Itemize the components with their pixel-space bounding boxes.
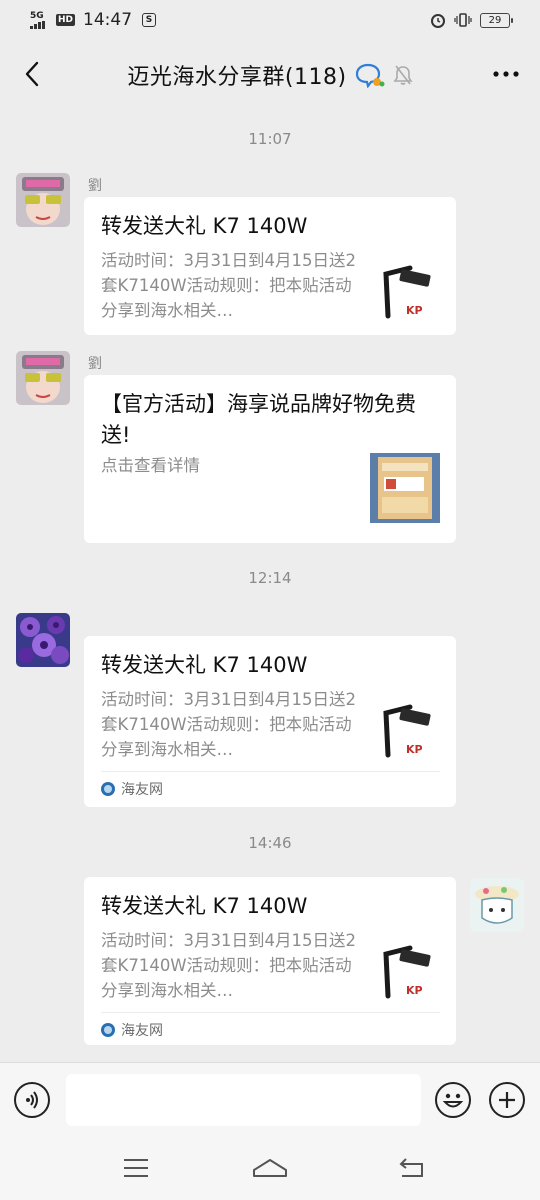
- mute-icon: [393, 65, 413, 85]
- back-button[interactable]: [14, 56, 50, 92]
- notification-icon: S: [142, 13, 157, 27]
- sender-avatar[interactable]: [16, 613, 70, 667]
- lamp-product-image: KP: [370, 693, 440, 763]
- link-card[interactable]: 转发送大礼 K7 140W 活动时间：3月31日到4月15日送2套K7140W活…: [84, 197, 456, 335]
- system-nav-bar: [0, 1136, 540, 1200]
- home-button[interactable]: [252, 1154, 288, 1182]
- chat-header: 迈光海水分享群(118): [0, 40, 540, 110]
- message-timestamp: 14:46: [248, 834, 292, 852]
- card-description: 活动时间：3月31日到4月15日送2套K7140W活动规则：把本贴活动分享到海水…: [101, 931, 356, 1000]
- status-time: 14:47: [83, 10, 133, 30]
- card-title: 转发送大礼 K7 140W: [101, 894, 308, 918]
- card-title: 【官方活动】海享说品牌好物免费送!: [101, 392, 416, 447]
- message-timestamp: 12:14: [248, 569, 292, 587]
- sender-avatar[interactable]: [16, 173, 70, 227]
- input-bar: [0, 1062, 540, 1136]
- home-icon: [253, 1159, 287, 1177]
- sender-name: 劉: [88, 178, 102, 194]
- source-name: 海友网: [121, 781, 163, 798]
- source-logo-icon: [101, 1022, 115, 1037]
- lamp-product-image: KP: [370, 254, 440, 324]
- more-functions-button[interactable]: [489, 1082, 525, 1118]
- more-options-button[interactable]: [488, 56, 524, 92]
- battery-icon: 29: [480, 12, 513, 28]
- svg-text:KP: KP: [406, 984, 423, 997]
- group-chat-icon: [355, 63, 385, 88]
- link-card[interactable]: 【官方活动】海享说品牌好物免费送! 点击查看详情: [84, 375, 456, 543]
- status-bar: 5G HD 14:47 S 29: [0, 0, 540, 40]
- voice-icon: [26, 1091, 38, 1109]
- card-description: 活动时间：3月31日到4月15日送2套K7140W活动规则：把本贴活动分享到海水…: [101, 690, 356, 759]
- svg-text:KP: KP: [406, 743, 423, 756]
- lamp-product-image: KP: [370, 934, 440, 1004]
- plus-icon: [499, 1092, 515, 1108]
- message-timestamp: 11:07: [248, 130, 292, 148]
- svg-text:KP: KP: [406, 304, 423, 317]
- voice-input-button[interactable]: [14, 1082, 50, 1118]
- card-description: 点击查看详情: [101, 456, 200, 475]
- sender-avatar[interactable]: [16, 351, 70, 405]
- card-title: 转发送大礼 K7 140W: [101, 214, 308, 238]
- vibrate-icon: [454, 13, 472, 27]
- source-logo-icon: [101, 781, 115, 796]
- source-name: 海友网: [121, 1022, 163, 1039]
- chevron-left-icon: [25, 61, 39, 87]
- more-icon: [493, 71, 519, 77]
- message-input[interactable]: [66, 1074, 421, 1126]
- link-card[interactable]: 转发送大礼 K7 140W 活动时间：3月31日到4月15日送2套K7140W活…: [84, 636, 456, 807]
- my-avatar[interactable]: [470, 878, 524, 932]
- link-card[interactable]: 转发送大礼 K7 140W 活动时间：3月31日到4月15日送2套K7140W活…: [84, 877, 456, 1045]
- card-title: 转发送大礼 K7 140W: [101, 653, 308, 677]
- hd-badge: HD: [56, 14, 76, 26]
- back-nav-button[interactable]: [396, 1154, 428, 1182]
- emoji-icon: [442, 1093, 464, 1108]
- card-source: 海友网: [101, 1012, 440, 1046]
- recent-apps-button[interactable]: [120, 1154, 152, 1182]
- return-icon: [399, 1158, 423, 1177]
- alarm-icon: [431, 14, 445, 28]
- sender-name: 劉: [88, 356, 102, 372]
- chat-title: 迈光海水分享群(118): [127, 65, 347, 90]
- product-label-image: [370, 453, 440, 523]
- card-description: 活动时间：3月31日到4月15日送2套K7140W活动规则：把本贴活动分享到海水…: [101, 251, 356, 320]
- emoji-button[interactable]: [435, 1082, 471, 1118]
- signal-icon: 5G: [30, 11, 50, 29]
- menu-icon: [124, 1159, 148, 1177]
- card-source: 海友网: [101, 771, 440, 805]
